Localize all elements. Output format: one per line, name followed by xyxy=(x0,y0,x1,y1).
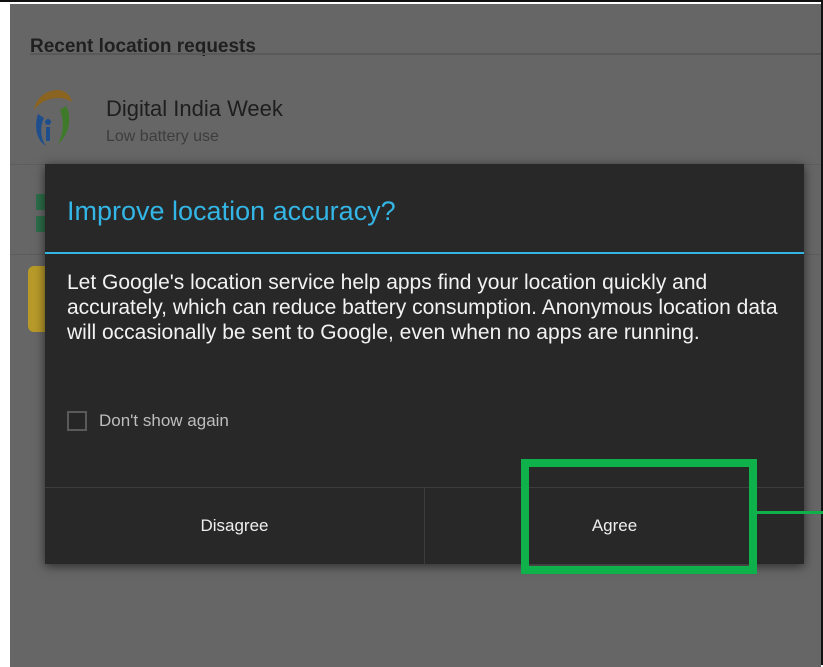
highlight-pointer-line xyxy=(757,511,823,514)
digital-india-logo-icon xyxy=(34,90,72,146)
dialog-title: Improve location accuracy? xyxy=(67,196,396,226)
dialog-title-divider xyxy=(45,252,804,254)
section-divider xyxy=(30,53,821,55)
list-item-subtitle: Low battery use xyxy=(106,128,219,145)
dialog-message: Let Google's location service help apps … xyxy=(67,271,778,344)
dont-show-again-label: Don't show again xyxy=(99,411,229,430)
dont-show-again-option[interactable]: Don't show again xyxy=(67,410,229,432)
dont-show-again-checkbox[interactable] xyxy=(67,411,87,431)
agree-highlight-box xyxy=(521,459,757,574)
disagree-button[interactable]: Disagree xyxy=(45,488,425,564)
list-item-title: Digital India Week xyxy=(106,96,283,121)
